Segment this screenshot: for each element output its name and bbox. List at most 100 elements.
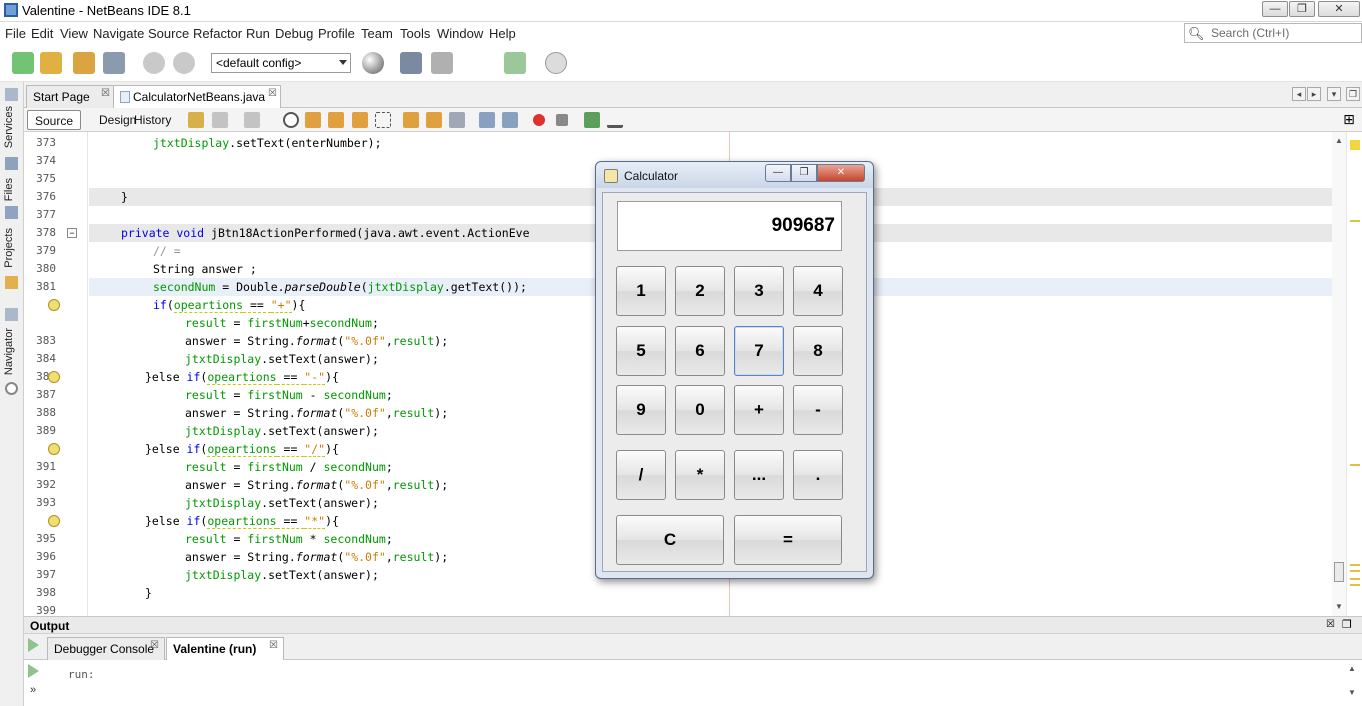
minimize-button[interactable]: — [1262, 1, 1288, 17]
digit-7-button[interactable]: 7 [734, 326, 784, 376]
tab-navigator[interactable]: Navigator [3, 328, 15, 375]
warning-bulb-icon[interactable] [48, 515, 60, 527]
rerun-icon[interactable] [28, 638, 39, 652]
redo-icon[interactable] [173, 52, 195, 74]
next-bookmark-icon[interactable] [426, 112, 442, 128]
close-icon[interactable]: ☒ [1326, 619, 1335, 630]
menu-source[interactable]: Source [148, 26, 189, 41]
warning-bulb-icon[interactable] [48, 371, 60, 383]
error-stripe[interactable] [1346, 132, 1362, 616]
shift-right-icon[interactable] [502, 112, 518, 128]
menu-window[interactable]: Window [437, 26, 483, 41]
scroll-up-icon[interactable]: ▲ [1335, 136, 1343, 145]
digit-6-button[interactable]: 6 [675, 326, 725, 376]
save-all-icon[interactable] [103, 52, 125, 74]
find-previous-icon[interactable] [305, 112, 321, 128]
menu-tools[interactable]: Tools [400, 26, 430, 41]
menu-run[interactable]: Run [246, 26, 270, 41]
calculator-display[interactable]: 909687 [617, 201, 842, 251]
profile-icon[interactable] [545, 52, 567, 74]
maximize-button[interactable]: ❐ [1289, 1, 1315, 17]
decimal-button[interactable]: . [793, 450, 843, 500]
warning-mark[interactable] [1350, 570, 1360, 572]
close-button[interactable]: ✕ [1318, 1, 1360, 17]
format-icon[interactable] [607, 112, 623, 128]
tab-services[interactable]: Services [3, 106, 15, 148]
warning-mark[interactable] [1350, 564, 1360, 566]
editor-scrollbar[interactable]: ▲ ▼ [1332, 132, 1346, 616]
back-icon[interactable] [212, 112, 228, 128]
warning-mark[interactable] [1350, 464, 1360, 466]
tab-projects[interactable]: Projects [3, 228, 15, 268]
scroll-up-icon[interactable]: ▲ [1348, 664, 1356, 673]
maximize-button[interactable]: ❐ [791, 164, 817, 182]
debug-icon[interactable] [504, 52, 526, 74]
open-project-icon[interactable] [73, 52, 95, 74]
warning-mark[interactable] [1350, 578, 1360, 580]
multiply-button[interactable]: * [675, 450, 725, 500]
find-next-icon[interactable] [328, 112, 344, 128]
menu-navigate[interactable]: Navigate [93, 26, 144, 41]
toggle-bookmark-icon[interactable] [449, 112, 465, 128]
globe-icon[interactable] [362, 52, 384, 74]
divide-button[interactable]: / [616, 450, 666, 500]
menu-debug[interactable]: Debug [275, 26, 313, 41]
restore-icon[interactable] [5, 88, 18, 101]
clear-button[interactable]: C [616, 515, 724, 565]
scrollbar-thumb[interactable] [1334, 562, 1344, 582]
config-select[interactable]: <default config> [211, 53, 351, 73]
digit-3-button[interactable]: 3 [734, 266, 784, 316]
digit-0-button[interactable]: 0 [675, 385, 725, 435]
close-icon[interactable]: ☒ [269, 640, 278, 651]
new-file-icon[interactable] [12, 52, 34, 74]
digit-2-button[interactable]: 2 [675, 266, 725, 316]
stop-macro-icon[interactable] [556, 114, 568, 126]
ellipsis-button[interactable]: ... [734, 450, 784, 500]
digit-8-button[interactable]: 8 [793, 326, 843, 376]
rectangular-selection-icon[interactable] [375, 112, 391, 128]
search-input[interactable]: 🔍︎ Search (Ctrl+I) [1184, 23, 1362, 43]
scroll-down-icon[interactable]: ▼ [1348, 688, 1356, 697]
forward-icon[interactable] [244, 112, 260, 128]
menu-profile[interactable]: Profile [318, 26, 355, 41]
rerun-icon[interactable] [28, 664, 39, 678]
digit-5-button[interactable]: 5 [616, 326, 666, 376]
close-button[interactable]: ✕ [817, 164, 865, 182]
start-macro-icon[interactable] [584, 112, 600, 128]
clean-build-icon[interactable] [431, 52, 453, 74]
find-icon[interactable] [283, 112, 299, 128]
warning-bulb-icon[interactable] [48, 299, 60, 311]
tab-files[interactable]: Files [3, 178, 15, 201]
maximize-panel-icon[interactable]: ❐ [1342, 618, 1352, 631]
plus-button[interactable]: + [734, 385, 784, 435]
undo-icon[interactable] [143, 52, 165, 74]
source-view-button[interactable]: Source [27, 110, 82, 130]
output-console[interactable]: » run: ▲ ▼ [24, 660, 1362, 706]
warning-bulb-icon[interactable] [48, 443, 60, 455]
collapse-fold-icon[interactable]: − [67, 228, 77, 238]
scroll-left-icon[interactable]: ◂ [1292, 87, 1306, 101]
warning-mark[interactable] [1350, 584, 1360, 586]
menu-help[interactable]: Help [489, 26, 516, 41]
tab-valentine-run[interactable]: Valentine (run) [166, 637, 284, 660]
close-icon[interactable]: ☒ [268, 88, 277, 99]
scroll-down-icon[interactable]: ▼ [1335, 602, 1343, 611]
history-view-button[interactable]: History [127, 110, 178, 130]
maximize-editor-icon[interactable]: ❐ [1346, 87, 1360, 101]
split-editor-icon[interactable]: ⊞ [1341, 112, 1357, 128]
shift-left-icon[interactable] [479, 112, 495, 128]
digit-9-button[interactable]: 9 [616, 385, 666, 435]
warning-mark[interactable] [1350, 220, 1360, 222]
previous-bookmark-icon[interactable] [403, 112, 419, 128]
new-project-icon[interactable] [40, 52, 62, 74]
tab-calculatornetbeans[interactable]: CalculatorNetBeans.java [113, 85, 281, 108]
close-icon[interactable]: ☒ [101, 88, 110, 99]
menu-file[interactable]: File [5, 26, 26, 41]
tab-debugger-console[interactable]: Debugger Console [47, 637, 165, 660]
digit-1-button[interactable]: 1 [616, 266, 666, 316]
digit-4-button[interactable]: 4 [793, 266, 843, 316]
close-icon[interactable]: ☒ [150, 640, 159, 651]
restore-icon[interactable] [5, 308, 18, 321]
minimize-button[interactable]: — [765, 164, 791, 182]
toggle-highlight-icon[interactable] [352, 112, 368, 128]
